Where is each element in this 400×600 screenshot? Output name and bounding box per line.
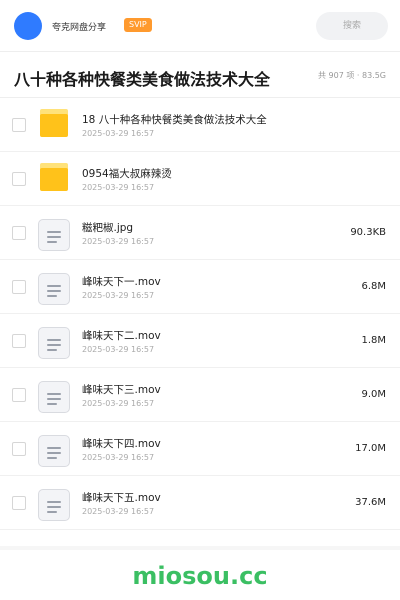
item-name: 峰味天下五.mov — [82, 492, 161, 504]
item-name: 峰味天下四.mov — [82, 438, 161, 450]
list-item[interactable]: 峰味天下二.mov 2025-03-29 16:57 1.8M — [0, 314, 400, 368]
item-name: 糍粑椒.jpg — [82, 222, 134, 234]
item-size: 37.6M — [355, 497, 386, 508]
file-icon — [38, 219, 70, 251]
item-size: 9.0M — [361, 389, 386, 400]
watermark-text: miosou.cc — [132, 562, 268, 590]
item-name: 峰味天下二.mov — [82, 330, 161, 342]
item-size: 90.3KB — [350, 227, 386, 238]
top-bar: 夸克网盘分享 SVIP 搜索 — [0, 0, 400, 52]
select-checkbox[interactable] — [12, 442, 26, 456]
svip-badge: SVIP — [124, 18, 152, 32]
list-item[interactable]: 0954福大叔麻辣烫 2025-03-29 16:57 — [0, 152, 400, 206]
item-size: 1.8M — [361, 335, 386, 346]
item-date: 2025-03-29 16:57 — [82, 291, 155, 300]
select-checkbox[interactable] — [12, 334, 26, 348]
select-checkbox[interactable] — [12, 280, 26, 294]
folder-header: 八十种各种快餐类美食做法技术大全 共 907 项 · 83.5G — [0, 52, 400, 98]
item-date: 2025-03-29 16:57 — [82, 345, 155, 354]
item-name: 0954福大叔麻辣烫 — [82, 168, 172, 180]
folder-icon — [38, 108, 70, 142]
item-name: 峰味天下三.mov — [82, 384, 161, 396]
list-item[interactable]: 峰味天下三.mov 2025-03-29 16:57 9.0M — [0, 368, 400, 422]
file-icon — [38, 489, 70, 521]
item-date: 2025-03-29 16:57 — [82, 399, 155, 408]
item-date: 2025-03-29 16:57 — [82, 453, 155, 462]
item-size: 17.0M — [355, 443, 386, 454]
item-name: 峰味天下一.mov — [82, 276, 161, 288]
select-checkbox[interactable] — [12, 172, 26, 186]
select-checkbox[interactable] — [12, 118, 26, 132]
file-list: 18 八十种各种快餐类美食做法技术大全 2025-03-29 16:57 095… — [0, 98, 400, 530]
select-checkbox[interactable] — [12, 226, 26, 240]
page-title: 八十种各种快餐类美食做法技术大全 — [14, 70, 271, 89]
select-checkbox[interactable] — [12, 388, 26, 402]
folder-icon — [38, 162, 70, 196]
file-icon — [38, 435, 70, 467]
file-icon — [38, 327, 70, 359]
list-item[interactable]: 峰味天下五.mov 2025-03-29 16:57 37.6M — [0, 476, 400, 530]
item-date: 2025-03-29 16:57 — [82, 507, 155, 516]
select-checkbox[interactable] — [12, 496, 26, 510]
item-date: 2025-03-29 16:57 — [82, 129, 155, 138]
search-input[interactable]: 搜索 — [316, 12, 388, 40]
item-count: 共 907 项 · 83.5G — [318, 71, 386, 80]
item-date: 2025-03-29 16:57 — [82, 183, 155, 192]
list-item[interactable]: 峰味天下四.mov 2025-03-29 16:57 17.0M — [0, 422, 400, 476]
file-icon — [38, 381, 70, 413]
avatar[interactable] — [14, 12, 42, 40]
divider — [0, 546, 400, 550]
item-size: 6.8M — [361, 281, 386, 292]
file-icon — [38, 273, 70, 305]
list-item[interactable]: 18 八十种各种快餐类美食做法技术大全 2025-03-29 16:57 — [0, 98, 400, 152]
item-date: 2025-03-29 16:57 — [82, 237, 155, 246]
share-owner-name: 夸克网盘分享 — [52, 23, 107, 33]
list-item[interactable]: 糍粑椒.jpg 2025-03-29 16:57 90.3KB — [0, 206, 400, 260]
list-item[interactable]: 峰味天下一.mov 2025-03-29 16:57 6.8M — [0, 260, 400, 314]
item-name: 18 八十种各种快餐类美食做法技术大全 — [82, 114, 267, 126]
